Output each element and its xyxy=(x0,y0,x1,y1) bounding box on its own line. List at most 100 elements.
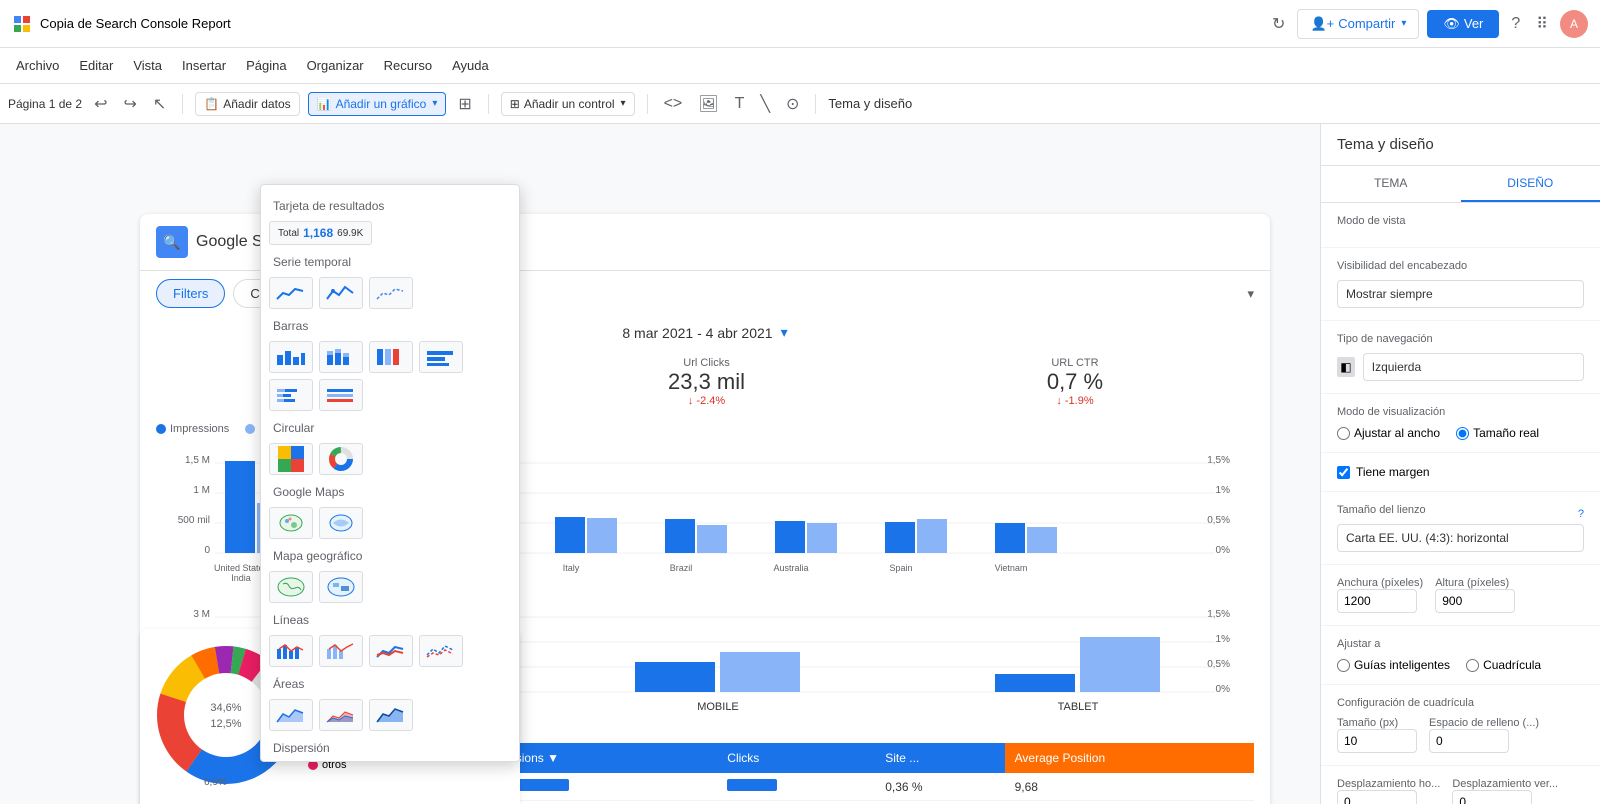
add-control-button[interactable]: ⊞ Añadir un control ▾ xyxy=(501,92,635,116)
code-button[interactable]: <> xyxy=(660,91,687,117)
barras-icon-1[interactable] xyxy=(269,341,313,373)
add-control-icon: ⊞ xyxy=(510,97,520,111)
serie-icon-3[interactable] xyxy=(369,277,413,309)
grid-fill-input[interactable] xyxy=(1429,729,1509,753)
legend-impressions: Impressions xyxy=(156,423,229,435)
menu-recurso[interactable]: Recurso xyxy=(376,54,440,77)
svg-text:1,5%: 1,5% xyxy=(1207,609,1230,620)
select-tool-button[interactable]: ↖ xyxy=(149,90,170,118)
date-range-text: 8 mar 2021 - 4 abr 2021 xyxy=(622,325,772,341)
gmaps-icon-2[interactable] xyxy=(319,507,363,539)
scroll-v-input[interactable] xyxy=(1452,790,1532,804)
radio-guias[interactable]: Guías inteligentes xyxy=(1337,658,1450,672)
svg-text:India: India xyxy=(231,573,251,583)
section-serie: Serie temporal xyxy=(269,249,511,273)
redo-button[interactable]: ↪ xyxy=(119,90,140,118)
text-button[interactable]: T xyxy=(731,91,749,117)
undo-button[interactable]: ↩ xyxy=(90,90,111,118)
navegacion-select[interactable]: Izquierda xyxy=(1363,353,1584,381)
barras-icon-3[interactable] xyxy=(369,341,413,373)
menu-pagina[interactable]: Página xyxy=(238,54,294,77)
filter-more-icon[interactable]: ▾ xyxy=(1247,286,1254,302)
serie-icon-1[interactable] xyxy=(269,277,313,309)
lienzo-select[interactable]: Carta EE. UU. (4:3): horizontal xyxy=(1337,524,1584,552)
theme-design-label: Tema y diseño xyxy=(828,96,912,111)
areas-icon-2[interactable] xyxy=(319,699,363,731)
barras-icon-6[interactable] xyxy=(319,379,363,411)
section-barras: Barras xyxy=(269,313,511,337)
svg-text:Vietnam: Vietnam xyxy=(995,563,1028,573)
tab-diseno[interactable]: DISEÑO xyxy=(1461,166,1600,202)
section-tarjeta: Tarjeta de resultados xyxy=(269,193,511,217)
gmaps-icon-1[interactable] xyxy=(269,507,313,539)
menu-organizar[interactable]: Organizar xyxy=(299,54,372,77)
help-button[interactable]: ? xyxy=(1507,11,1524,37)
mapa-icons-row xyxy=(269,567,511,607)
image-button[interactable]: 🖼 xyxy=(694,90,722,118)
chart-options-button[interactable]: ⊞ xyxy=(454,90,475,118)
nav-type-icon: ◧ xyxy=(1337,357,1355,377)
right-panel: Tema y diseño TEMA DISEÑO Modo de vista … xyxy=(1320,124,1600,804)
visibilidad-select[interactable]: Mostrar siempre xyxy=(1337,280,1584,308)
areas-icon-3[interactable] xyxy=(369,699,413,731)
add-data-icon: 📋 xyxy=(204,97,219,111)
width-input[interactable] xyxy=(1337,589,1417,613)
section-margen: Tiene margen xyxy=(1321,453,1600,492)
svg-text:Australia: Australia xyxy=(773,563,808,573)
serie-icon-2[interactable] xyxy=(319,277,363,309)
ver-button[interactable]: 👁 Ver xyxy=(1427,10,1499,38)
filter-tab-filters[interactable]: Filters xyxy=(156,279,225,308)
radio-tamano[interactable]: Tamaño real xyxy=(1456,426,1539,440)
menu-vista[interactable]: Vista xyxy=(125,54,170,77)
radio-cuadricula[interactable]: Cuadrícula xyxy=(1466,658,1541,672)
ajustar-radio-group: Guías inteligentes Cuadrícula xyxy=(1337,658,1584,672)
checkbox-margen[interactable]: Tiene margen xyxy=(1337,465,1584,479)
apps-button[interactable]: ⠿ xyxy=(1532,10,1552,38)
svg-text:1%: 1% xyxy=(1216,634,1231,645)
svg-text:Spain: Spain xyxy=(889,563,912,573)
height-input[interactable] xyxy=(1435,589,1515,613)
areas-icon-1[interactable] xyxy=(269,699,313,731)
menu-editar[interactable]: Editar xyxy=(71,54,121,77)
avatar[interactable]: A xyxy=(1560,10,1588,38)
mapa-icon-1[interactable] xyxy=(269,571,313,603)
lineas-icon-3[interactable] xyxy=(369,635,413,667)
separator-4 xyxy=(815,94,816,114)
tab-tema[interactable]: TEMA xyxy=(1321,166,1461,202)
top-bar: Copia de Search Console Report ↻ 👤+ Comp… xyxy=(0,0,1600,48)
menu-insertar[interactable]: Insertar xyxy=(174,54,234,77)
barras-icon-2[interactable] xyxy=(319,341,363,373)
refresh-button[interactable]: ↻ xyxy=(1268,10,1289,38)
lienzo-help[interactable]: ? xyxy=(1578,508,1584,520)
barras-icon-5[interactable] xyxy=(269,379,313,411)
mapa-icon-2[interactable] xyxy=(319,571,363,603)
svg-text:MOBILE: MOBILE xyxy=(697,701,739,713)
shape-button[interactable]: ╲ xyxy=(756,90,774,118)
lasso-button[interactable]: ⊙ xyxy=(782,90,803,118)
add-chart-button[interactable]: 📊 Añadir un gráfico ▾ xyxy=(308,92,447,116)
lineas-icons-row xyxy=(269,631,511,671)
svg-text:1 M: 1 M xyxy=(193,485,210,496)
grid-size-input[interactable] xyxy=(1337,729,1417,753)
col-site: Site ... xyxy=(875,743,1004,773)
separator-1 xyxy=(182,94,183,114)
lineas-icon-1[interactable] xyxy=(269,635,313,667)
separator-3 xyxy=(647,94,648,114)
barras-icon-4[interactable] xyxy=(419,341,463,373)
radio-ajustar[interactable]: Ajustar al ancho xyxy=(1337,426,1440,440)
svg-text:3 M: 3 M xyxy=(193,609,210,620)
section-navegacion: Tipo de navegación ◧ Izquierda xyxy=(1321,321,1600,394)
svg-text:1,5%: 1,5% xyxy=(1207,455,1230,466)
lineas-icon-2[interactable] xyxy=(319,635,363,667)
circular-icon-2[interactable] xyxy=(319,443,363,475)
menu-archivo[interactable]: Archivo xyxy=(8,54,67,77)
date-dropdown-icon[interactable]: ▾ xyxy=(781,324,788,341)
lineas-icon-4[interactable] xyxy=(419,635,463,667)
menu-ayuda[interactable]: Ayuda xyxy=(444,54,497,77)
share-button[interactable]: 👤+ Compartir ▾ xyxy=(1297,9,1419,39)
add-data-button[interactable]: 📋 Añadir datos xyxy=(195,92,299,116)
page-indicator: Página 1 de 2 xyxy=(8,97,82,111)
scroll-h-input[interactable] xyxy=(1337,790,1417,804)
circular-icon-1[interactable] xyxy=(269,443,313,475)
section-areas: Áreas xyxy=(269,671,511,695)
